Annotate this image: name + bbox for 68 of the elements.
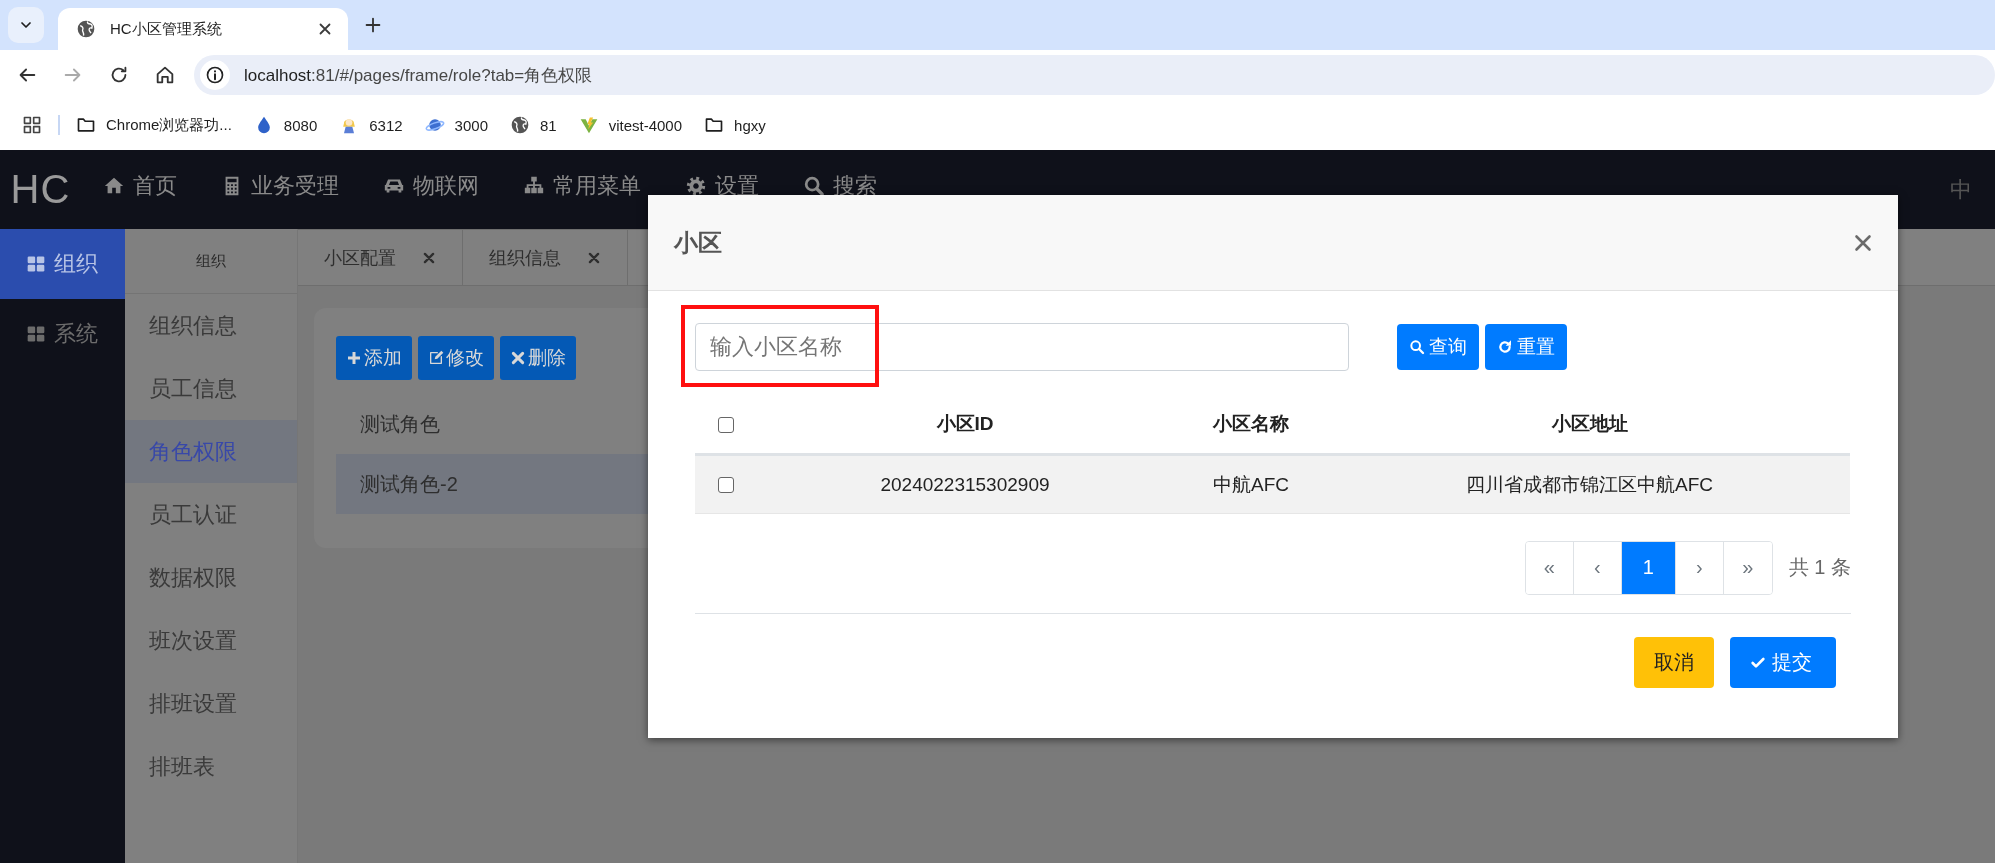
total-count: 共 1 条 xyxy=(1788,555,1851,580)
column-header: 小区名称 xyxy=(1213,413,1289,434)
globe-icon xyxy=(510,115,530,135)
sidebar-item[interactable]: 系统 xyxy=(0,299,125,369)
nav-link[interactable]: 业务受理 xyxy=(221,170,339,201)
submenu-title: 组织 xyxy=(125,229,297,294)
folder-icon xyxy=(76,115,96,135)
bookmark[interactable]: hgxy xyxy=(704,111,766,139)
bolt-icon xyxy=(578,115,599,135)
dialog-button[interactable]: 取消 xyxy=(1634,637,1714,688)
table-cell: 中航AFC xyxy=(1213,473,1289,495)
gear-icon xyxy=(685,174,707,197)
dialog-button[interactable]: 提交 xyxy=(1730,637,1836,688)
bookmark[interactable]: 3000 xyxy=(424,111,488,139)
table-cell: 四川省成都市锦江区中航AFC xyxy=(1466,473,1713,495)
bookmark[interactable]: Chrome浏览器功... xyxy=(76,111,232,139)
folder-icon xyxy=(704,115,725,135)
nav-link[interactable]: 物联网 xyxy=(383,170,479,201)
toolbar-button[interactable]: 修改 xyxy=(418,336,494,380)
times-icon xyxy=(510,350,526,366)
bookmark[interactable]: 8080 xyxy=(253,111,318,139)
bookmark[interactable]: 6312 xyxy=(339,111,403,139)
bookmark[interactable]: vitest-4000 xyxy=(578,111,683,139)
toolbar-button[interactable]: 删除 xyxy=(500,336,576,380)
nav-link[interactable]: 设置 xyxy=(685,170,759,201)
refresh-icon xyxy=(1497,339,1513,355)
globe-icon xyxy=(76,19,96,39)
search-button[interactable]: 查询 xyxy=(1397,324,1479,370)
nav-link[interactable]: 常用菜单 xyxy=(523,170,641,201)
user-name[interactable]: 中 xyxy=(1950,174,1972,205)
submenu-item[interactable]: 班次设置 xyxy=(125,609,297,672)
logo: HC xyxy=(9,167,72,212)
dialog-title: 小区 xyxy=(674,227,722,258)
submenu-item[interactable]: 员工信息 xyxy=(125,357,297,420)
search-button[interactable]: 重置 xyxy=(1485,324,1567,370)
submenu-item[interactable]: 员工认证 xyxy=(125,483,297,546)
nav-link[interactable]: 首页 xyxy=(103,170,177,201)
home-icon[interactable] xyxy=(154,64,176,86)
page-tab[interactable]: 小区配置 xyxy=(298,229,463,285)
toolbar-button[interactable]: 添加 xyxy=(336,336,412,380)
info-icon xyxy=(205,65,225,85)
tab-search-button[interactable] xyxy=(8,7,44,43)
apps-icon[interactable] xyxy=(22,115,42,135)
checkbox[interactable] xyxy=(718,417,734,433)
search-icon xyxy=(1409,339,1425,355)
column-header: 小区地址 xyxy=(1551,413,1628,434)
edit-icon xyxy=(428,350,444,366)
table-cell: 2024022315302909 xyxy=(880,473,1050,495)
grid-icon xyxy=(26,254,46,274)
page-link[interactable]: 1 xyxy=(1621,541,1676,594)
tab-title: HC小区管理系统 xyxy=(110,19,223,39)
nav-link[interactable]: 搜索 xyxy=(803,170,877,201)
checkbox[interactable] xyxy=(718,477,734,494)
page-link[interactable]: « xyxy=(1525,541,1574,594)
submenu-item[interactable]: 排班设置 xyxy=(125,672,297,735)
bookmark[interactable]: 81 xyxy=(510,111,557,139)
page-tab[interactable]: 组织信息 xyxy=(463,229,628,285)
column-header: 小区ID xyxy=(936,413,994,434)
search-icon xyxy=(803,174,825,197)
plus-icon xyxy=(346,350,362,366)
grid-icon xyxy=(26,324,46,344)
sidebar-item[interactable]: 组织 xyxy=(0,229,125,299)
browser-tab[interactable]: HC小区管理系统 xyxy=(58,8,348,50)
submenu-item[interactable]: 数据权限 xyxy=(125,546,297,609)
submenu-item[interactable]: 排班表 xyxy=(125,735,297,798)
address-bar[interactable]: localhost:81/#/pages/frame/role?tab=角色权限 xyxy=(194,55,1995,95)
submenu-item[interactable]: 组织信息 xyxy=(125,294,297,357)
search-field[interactable]: 输入小区名称 xyxy=(695,323,1349,371)
